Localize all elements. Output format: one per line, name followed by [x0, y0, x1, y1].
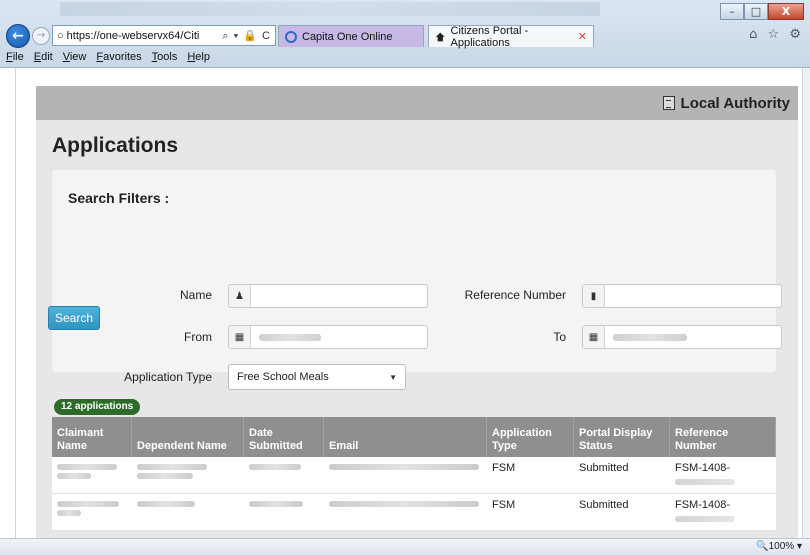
column-claimant-name[interactable]: Claimant Name: [52, 417, 132, 457]
application-type-cell: FSM: [492, 499, 516, 511]
tab-capita-one-online[interactable]: Capita One Online: [278, 25, 424, 47]
page-left-margin: [0, 68, 16, 538]
reference-cell: FSM-1408-: [670, 494, 776, 530]
status-cell: Submitted: [579, 462, 629, 474]
email-blurred: [324, 457, 487, 493]
menu-file[interactable]: File: [6, 51, 24, 67]
book-icon: ▮: [583, 285, 605, 307]
tab-label: Capita One Online: [302, 30, 393, 43]
table-header: Claimant Name Dependent Name Date Submit…: [52, 417, 776, 457]
search-filters-panel: Search Filters : Name ♟ Reference Number…: [52, 170, 782, 390]
menu-favorites[interactable]: Favorites: [96, 51, 141, 67]
applications-count-badge: 12 applications: [54, 399, 141, 415]
application-type-value: Free School Meals: [237, 371, 329, 383]
building-icon: [662, 96, 675, 110]
home-icon: [435, 32, 445, 41]
name-input[interactable]: ♟: [228, 284, 428, 308]
forward-button[interactable]: →: [32, 27, 50, 45]
ie-icon: [285, 30, 297, 43]
reference-number-input[interactable]: ▮: [582, 284, 782, 308]
filters-title: Search Filters :: [68, 190, 170, 206]
reference-number-label: Reference Number: [464, 288, 566, 302]
claimant-name-blurred: [52, 494, 132, 530]
application-type-label: Application Type: [124, 370, 212, 384]
chevron-down-icon: ▼: [389, 372, 397, 382]
table-row[interactable]: FSM Submitted FSM-1408-: [52, 457, 776, 494]
menu-help[interactable]: Help: [187, 51, 210, 67]
reference-number: FSM-1408-: [675, 462, 731, 474]
window-controls: – □ X: [720, 3, 804, 20]
email-blurred: [324, 494, 487, 530]
column-date-submitted[interactable]: Date Submitted: [244, 417, 324, 457]
back-button[interactable]: ←: [6, 24, 30, 48]
column-dependent-name[interactable]: Dependent Name: [132, 417, 244, 457]
menu-edit[interactable]: Edit: [34, 51, 53, 67]
calendar-icon: ▦: [583, 326, 605, 348]
reference-suffix-blurred: [675, 516, 735, 522]
browser-toolbar-icons[interactable]: ⌂ ☆ ⚙: [749, 27, 804, 42]
browser-chrome: – □ X ← → ○ https://one-webservx64/Citi …: [0, 0, 810, 68]
application-type-cell: FSM: [492, 462, 516, 474]
menu-view[interactable]: View: [63, 51, 87, 67]
reference-number: FSM-1408-: [675, 499, 731, 511]
from-date-input[interactable]: ▦: [228, 325, 428, 349]
to-date-value-blurred: [613, 333, 687, 341]
table-row[interactable]: FSM Submitted FSM-1408-: [52, 494, 776, 531]
authority-label[interactable]: Local Authority: [681, 95, 790, 112]
reference-suffix-blurred: [675, 479, 735, 485]
dependent-name-blurred: [132, 457, 244, 493]
application-type-select[interactable]: Free School Meals ▼: [228, 364, 406, 390]
site-header: Local Authority: [36, 86, 798, 120]
page-title: Applications: [52, 134, 179, 157]
user-icon: ♟: [229, 285, 251, 307]
page-scrollbar[interactable]: [802, 68, 810, 538]
address-bar[interactable]: ○ https://one-webservx64/Citi ⌕ ▾ 🔒 C: [52, 25, 276, 46]
from-label: From: [184, 330, 212, 344]
page-viewport: Local Authority Applications Search Filt…: [16, 68, 802, 538]
column-portal-display-status[interactable]: Portal Display Status: [574, 417, 670, 457]
tab-citizens-portal[interactable]: Citizens Portal - Applications ✕: [428, 24, 594, 49]
column-reference-number[interactable]: Reference Number: [670, 417, 776, 457]
date-submitted-blurred: [244, 494, 324, 530]
site-icon: ○: [57, 29, 64, 42]
status-bar: 🔍100% ▾: [0, 538, 810, 555]
applications-table: Claimant Name Dependent Name Date Submit…: [52, 417, 776, 531]
tab-label: Citizens Portal - Applications: [450, 24, 529, 49]
close-window-button[interactable]: X: [768, 3, 804, 20]
reference-cell: FSM-1408-: [670, 457, 776, 493]
address-url: https://one-webservx64/Citi: [66, 29, 200, 42]
search-button[interactable]: Search: [48, 306, 100, 330]
to-label: To: [553, 330, 566, 344]
minimize-button[interactable]: –: [720, 3, 744, 20]
close-tab-icon[interactable]: ✕: [578, 30, 587, 43]
from-date-value-blurred: [259, 333, 321, 341]
column-application-type[interactable]: Application Type: [487, 417, 574, 457]
menu-tools[interactable]: Tools: [152, 51, 178, 67]
to-date-input[interactable]: ▦: [582, 325, 782, 349]
maximize-button[interactable]: □: [744, 3, 768, 20]
zoom-level[interactable]: 🔍100% ▾: [756, 541, 802, 552]
date-submitted-blurred: [244, 457, 324, 493]
menu-bar: File Edit View Favorites Tools Help: [0, 51, 810, 67]
titlebar-favorites-bar: [60, 2, 600, 16]
status-cell: Submitted: [579, 499, 629, 511]
name-label: Name: [179, 288, 212, 302]
claimant-name-blurred: [52, 457, 132, 493]
address-tools-icon[interactable]: ⌕ ▾ 🔒 C: [222, 29, 271, 43]
dependent-name-blurred: [132, 494, 244, 530]
calendar-icon: ▦: [229, 326, 251, 348]
column-email[interactable]: Email: [324, 417, 487, 457]
